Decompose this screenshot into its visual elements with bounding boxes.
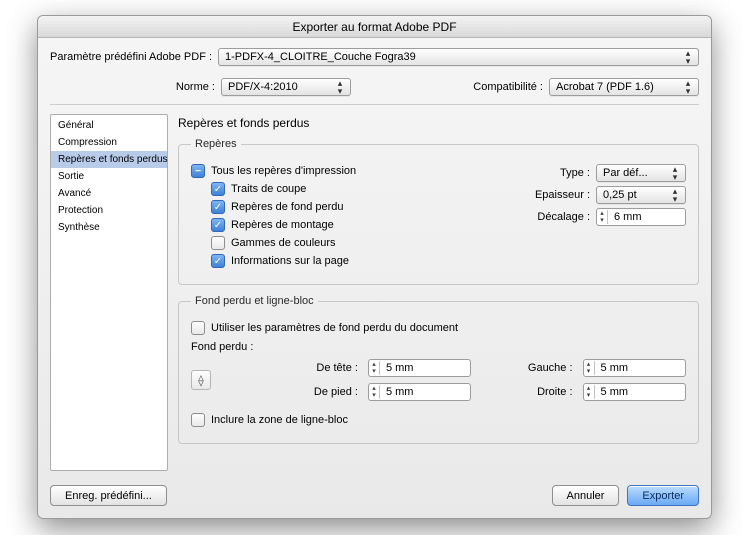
mark-type-select[interactable]: Par déf... [596,164,686,182]
sidebar-item-security[interactable]: Protection [51,202,167,219]
bleed-fieldset: Fond perdu et ligne-bloc Utiliser les pa… [178,295,699,444]
mark-weight-select[interactable]: 0,25 pt [596,186,686,204]
preset-row: Paramètre prédéfini Adobe PDF : 1-PDFX-4… [50,48,699,66]
mark-weight-label: Epaisseur : [535,189,590,201]
bleed-left-value: 5 mm [595,362,639,374]
stepper-arrows-icon[interactable]: ▴▾ [369,361,380,375]
color-bars-label: Gammes de couleurs [231,237,336,249]
main-panel: Repères et fonds perdus Repères Tous les… [178,114,699,471]
stepper-arrows-icon[interactable]: ▴▾ [584,385,595,399]
export-pdf-window: Exporter au format Adobe PDF Paramètre p… [37,15,712,519]
bleed-sublabel: Fond perdu : [191,341,686,353]
registration-marks-label: Repères de montage [231,219,334,231]
export-button-label: Exporter [642,490,684,502]
sidebar-item-marks-bleed[interactable]: Repères et fonds perdus [51,151,167,168]
preset-value: 1-PDFX-4_CLOITRE_Couche Fogra39 [225,51,416,63]
use-doc-bleed-checkbox[interactable] [191,321,205,335]
updown-icon [669,165,681,181]
updown-icon [334,79,346,95]
standard-compat-row: Norme : PDF/X-4:2010 Compatibilité : Acr… [50,78,699,96]
stepper-arrows-icon[interactable]: ▴▾ [597,210,608,224]
compat-value: Acrobat 7 (PDF 1.6) [556,81,654,93]
bleed-bottom-label: De pied : [267,386,358,398]
preset-select[interactable]: 1-PDFX-4_CLOITRE_Couche Fogra39 [218,48,699,66]
bleed-bottom-value: 5 mm [380,386,424,398]
bleed-right-value: 5 mm [595,386,639,398]
mark-weight-value: 0,25 pt [603,189,637,201]
page-info-checkbox[interactable] [211,254,225,268]
sidebar-item-general[interactable]: Général [51,117,167,134]
standard-label: Norme : [50,81,215,93]
marks-legend: Repères [191,138,241,150]
include-slug-checkbox[interactable] [191,413,205,427]
bleed-top-value: 5 mm [380,362,424,374]
include-slug-label: Inclure la zone de ligne-bloc [211,414,348,426]
use-doc-bleed-label: Utiliser les paramètres de fond perdu du… [211,322,458,334]
stepper-arrows-icon[interactable]: ▴▾ [369,385,380,399]
bleed-right-label: Droite : [481,386,572,398]
bleed-right-stepper[interactable]: ▴▾ 5 mm [583,383,686,401]
updown-icon [669,187,681,203]
window-title: Exporter au format Adobe PDF [38,16,711,38]
sidebar-item-output[interactable]: Sortie [51,168,167,185]
mark-type-value: Par déf... [603,167,648,179]
registration-marks-checkbox[interactable] [211,218,225,232]
mark-type-label: Type : [560,167,590,179]
color-bars-checkbox[interactable] [211,236,225,250]
bleed-top-stepper[interactable]: ▴▾ 5 mm [368,359,471,377]
cancel-button-label: Annuler [567,490,605,502]
section-title: Repères et fonds perdus [178,116,699,130]
link-bleed-icon[interactable] [191,370,211,390]
save-preset-button-label: Enreg. prédéfini... [65,490,152,502]
bleed-bottom-stepper[interactable]: ▴▾ 5 mm [368,383,471,401]
divider [50,104,699,114]
bleed-left-label: Gauche : [481,362,572,374]
bleed-top-label: De tête : [267,362,358,374]
marks-fieldset: Repères Tous les repères d'impression Tr… [178,138,699,285]
compat-label: Compatibilité : [473,81,543,93]
updown-icon [682,49,694,65]
mark-offset-label: Décalage : [537,211,590,223]
page-info-label: Informations sur la page [231,255,349,267]
preset-label: Paramètre prédéfini Adobe PDF : [50,51,212,63]
crop-marks-checkbox[interactable] [211,182,225,196]
category-sidebar: Général Compression Repères et fonds per… [50,114,168,471]
all-marks-label: Tous les repères d'impression [211,165,356,177]
bleed-marks-checkbox[interactable] [211,200,225,214]
bleed-legend: Fond perdu et ligne-bloc [191,295,318,307]
sidebar-item-advanced[interactable]: Avancé [51,185,167,202]
dialog-footer: Enreg. prédéfini... Annuler Exporter [38,477,711,518]
bleed-left-stepper[interactable]: ▴▾ 5 mm [583,359,686,377]
cancel-button[interactable]: Annuler [552,485,620,506]
mark-offset-stepper[interactable]: ▴▾ 6 mm [596,208,686,226]
save-preset-button[interactable]: Enreg. prédéfini... [50,485,167,506]
standard-select[interactable]: PDF/X-4:2010 [221,78,351,96]
bleed-marks-label: Repères de fond perdu [231,201,344,213]
mark-offset-value: 6 mm [608,211,652,223]
updown-icon [682,79,694,95]
sidebar-item-compression[interactable]: Compression [51,134,167,151]
export-button[interactable]: Exporter [627,485,699,506]
stepper-arrows-icon[interactable]: ▴▾ [584,361,595,375]
compat-select[interactable]: Acrobat 7 (PDF 1.6) [549,78,699,96]
standard-value: PDF/X-4:2010 [228,81,298,93]
sidebar-item-summary[interactable]: Synthèse [51,219,167,236]
crop-marks-label: Traits de coupe [231,183,306,195]
all-marks-checkbox[interactable] [191,164,205,178]
